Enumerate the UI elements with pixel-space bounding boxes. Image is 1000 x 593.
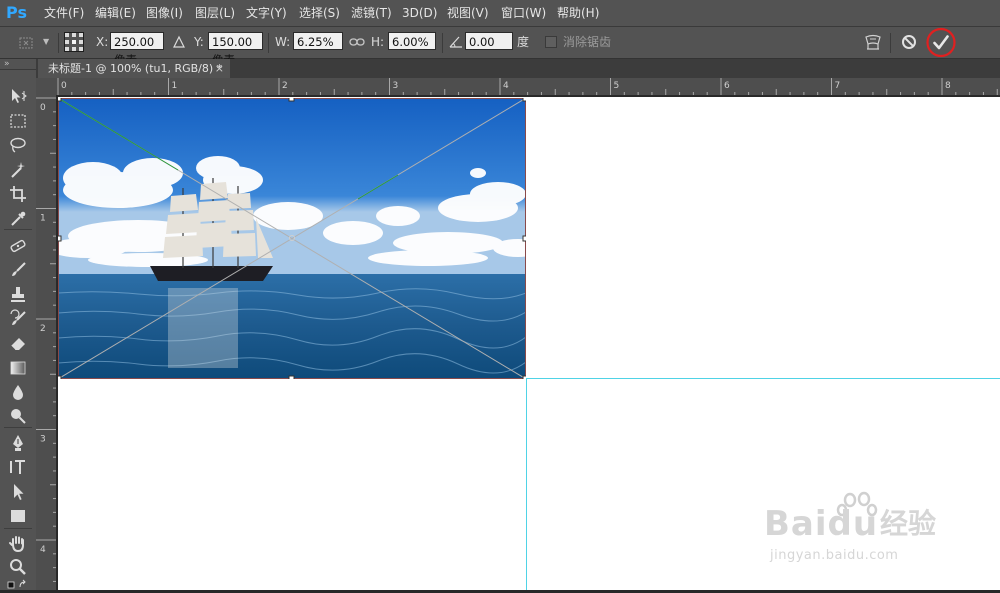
watermark-brand2: du (827, 504, 879, 544)
chevron-down-icon[interactable]: ▼ (43, 35, 53, 49)
path-selection-tool-icon[interactable] (8, 482, 28, 502)
h-ruler-label: 8 (945, 81, 951, 91)
history-brush-tool-icon[interactable] (8, 309, 28, 329)
menu-view[interactable]: 视图(V) (447, 0, 489, 26)
w-label: W: (275, 35, 291, 49)
eraser-tool-icon[interactable] (8, 333, 28, 353)
document-tab-title: 未标题-1 @ 100% (tu1, RGB/8) * (48, 62, 223, 75)
v-ruler-label: 0 (40, 103, 46, 113)
v-ruler-label: 4 (40, 545, 46, 555)
v-ruler-label: 3 (40, 435, 46, 445)
crop-tool-icon[interactable] (8, 184, 28, 204)
document-tab[interactable]: 未标题-1 @ 100% (tu1, RGB/8) * × (38, 59, 230, 78)
antialias-checkbox[interactable] (545, 36, 557, 48)
menu-window[interactable]: 窗口(W) (501, 0, 546, 26)
eyedropper-tool-icon[interactable] (8, 209, 28, 229)
h-ruler-label: 0 (61, 81, 67, 91)
gradient-tool-icon[interactable] (8, 358, 28, 378)
link-icon[interactable] (349, 34, 365, 50)
relative-position-icon[interactable] (172, 33, 186, 51)
watermark-cn: 经验 (880, 507, 937, 540)
magic-wand-tool-icon[interactable] (8, 160, 28, 180)
antialias-label: 消除锯齿 (563, 35, 612, 49)
zoom-tool-icon[interactable] (8, 557, 28, 577)
checkmark-icon (933, 35, 949, 50)
dodge-tool-icon[interactable] (8, 406, 28, 426)
menu-bar: Ps 文件(F) 编辑(E) 图像(I) 图层(L) 文字(Y) 选择(S) 滤… (0, 0, 1000, 27)
options-bar: ▼ X: 250.00 像素 Y: 150.00 像素 W: 6.25% H: … (0, 27, 1000, 67)
angle-input[interactable]: 0.00 (465, 32, 513, 50)
menu-select[interactable]: 选择(S) (299, 0, 340, 26)
width-input[interactable]: 6.25% (293, 32, 343, 50)
watermark-brand: Bai (764, 504, 828, 544)
h-ruler-label: 3 (393, 81, 399, 91)
h-ruler-label: 5 (614, 81, 620, 91)
menu-image[interactable]: 图像(I) (146, 0, 183, 26)
y-input[interactable]: 150.00 像素 (208, 32, 263, 67)
brush-tool-icon[interactable] (8, 260, 28, 280)
ruler-origin[interactable] (36, 78, 57, 96)
vertical-ruler[interactable]: 0 1 2 3 4 (36, 95, 57, 590)
baidu-jingyan-watermark: Baidu 经验 jingyan.baidu.com (758, 490, 958, 580)
tool-preset-icon[interactable] (18, 35, 40, 51)
menu-type[interactable]: 文字(Y) (246, 0, 287, 26)
height-input[interactable]: 6.00% (388, 32, 436, 50)
clone-stamp-tool-icon[interactable] (8, 285, 28, 305)
menu-filter[interactable]: 滤镜(T) (351, 0, 392, 26)
v-ruler-label: 1 (40, 214, 46, 224)
lasso-tool-icon[interactable] (8, 135, 28, 155)
menu-help[interactable]: 帮助(H) (557, 0, 599, 26)
horizontal-ruler[interactable]: 0 1 2 3 4 5 6 7 8 (56, 78, 1000, 96)
collapse-panel-icon[interactable]: » (4, 60, 18, 69)
close-icon[interactable]: × (215, 59, 224, 78)
commit-transform-button[interactable] (925, 27, 957, 58)
x-input[interactable]: 250.00 像素 (110, 32, 164, 67)
watermark-url: jingyan.baidu.com (770, 548, 899, 563)
vertical-guide[interactable] (526, 379, 527, 590)
cancel-transform-icon[interactable] (900, 33, 918, 51)
y-label: Y: (194, 35, 204, 49)
blur-tool-icon[interactable] (8, 382, 28, 402)
warp-mode-icon[interactable] (862, 32, 884, 52)
h-ruler-label: 7 (835, 81, 841, 91)
v-ruler-label: 2 (40, 324, 46, 334)
reference-point-icon[interactable] (64, 32, 84, 52)
ship-image-layer[interactable] (48, 95, 543, 382)
menu-file[interactable]: 文件(F) (44, 0, 84, 26)
pen-tool-icon[interactable] (8, 433, 28, 453)
h-ruler-label: 6 (724, 81, 730, 91)
swap-colors-icon[interactable] (6, 579, 30, 590)
rectangle-tool-icon[interactable] (8, 506, 28, 526)
healing-brush-tool-icon[interactable] (8, 236, 28, 256)
hand-tool-icon[interactable] (8, 534, 28, 554)
move-tool-icon[interactable] (8, 86, 28, 106)
h-ruler-label: 2 (282, 81, 288, 91)
x-label: X: (96, 35, 109, 49)
menu-edit[interactable]: 编辑(E) (95, 0, 136, 26)
h-label: H: (371, 35, 385, 49)
menu-3d[interactable]: 3D(D) (402, 0, 437, 26)
h-ruler-label: 4 (503, 81, 509, 91)
horizontal-guide[interactable] (526, 378, 1000, 379)
type-tool-icon[interactable] (8, 457, 28, 477)
photoshop-logo-icon: Ps (6, 3, 27, 22)
marquee-tool-icon[interactable] (8, 111, 28, 131)
angle-unit: 度 (517, 35, 530, 49)
rotate-angle-icon (448, 34, 464, 50)
h-ruler-label: 1 (172, 81, 178, 91)
menu-layer[interactable]: 图层(L) (195, 0, 235, 26)
